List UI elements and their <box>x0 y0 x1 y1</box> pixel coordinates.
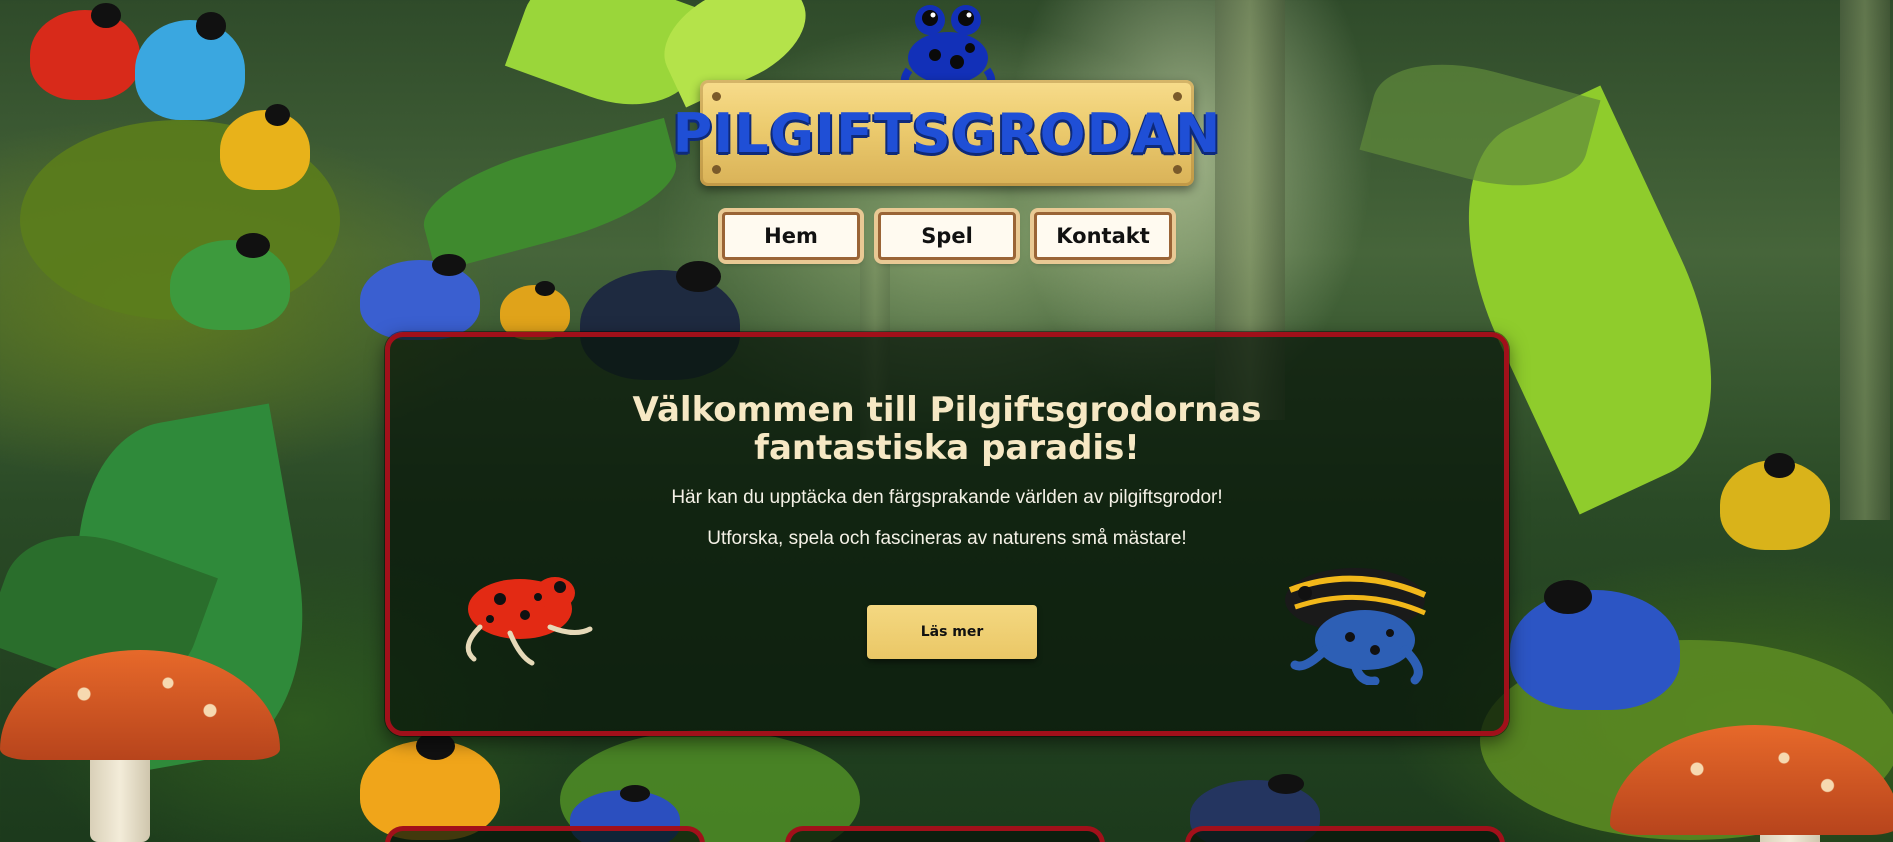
welcome-title-line1: Välkommen till Pilgiftsgrodornas <box>632 390 1262 430</box>
logo-wood-sign: PILGIFTSGRODAN <box>672 80 1222 186</box>
welcome-paragraph-1: Här kan du upptäcka den färgsprakande vä… <box>671 487 1223 508</box>
feature-card-3 <box>1185 826 1505 842</box>
site-logo[interactable]: PILGIFTSGRODAN <box>672 0 1222 190</box>
main-nav: Hem Spel Kontakt <box>722 212 1172 260</box>
nav-home-button[interactable]: Hem <box>722 212 860 260</box>
welcome-card: Välkommen till Pilgiftsgrodornas fantast… <box>385 332 1509 736</box>
blue-yellow-poison-dart-frog-icon <box>1285 568 1427 685</box>
logo-text: PILGIFTSGRODAN <box>672 101 1222 165</box>
nav-games-button[interactable]: Spel <box>878 212 1016 260</box>
read-more-button[interactable]: Läs mer <box>867 605 1037 659</box>
feature-card-2 <box>785 826 1105 842</box>
nav-contact-button[interactable]: Kontakt <box>1034 212 1172 260</box>
red-poison-dart-frog-icon <box>465 577 593 666</box>
blue-poison-dart-frog-icon <box>900 5 996 92</box>
welcome-title-line2: fantastiska paradis! <box>754 428 1140 468</box>
feature-card-1 <box>385 826 705 842</box>
welcome-title: Välkommen till Pilgiftsgrodornas fantast… <box>390 391 1504 467</box>
welcome-paragraph-2: Utforska, spela och fascineras av nature… <box>707 528 1187 549</box>
